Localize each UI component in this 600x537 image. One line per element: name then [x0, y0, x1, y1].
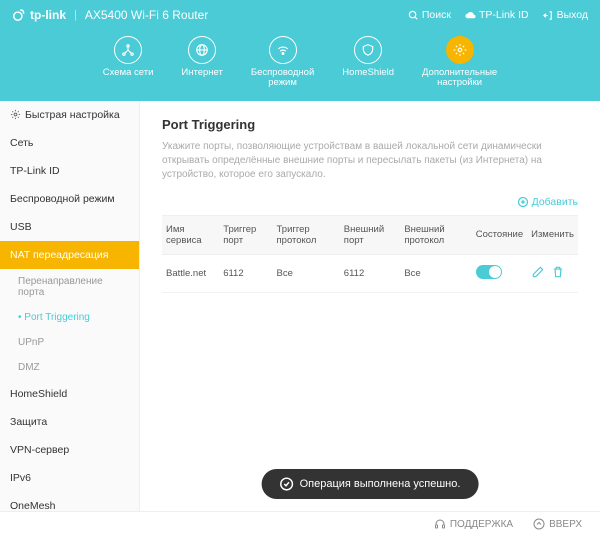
search-link[interactable]: Поиск — [408, 9, 451, 21]
tab-network-label: Схема сети — [103, 68, 154, 78]
shield-icon — [361, 43, 375, 57]
add-button[interactable]: Добавить — [517, 196, 578, 208]
tab-internet[interactable]: Интернет — [181, 36, 222, 89]
model-name: AX5400 Wi-Fi 6 Router — [85, 8, 208, 22]
network-icon — [121, 43, 135, 57]
sidebar-sub-portforward[interactable]: Перенаправление порта — [0, 269, 139, 305]
search-label: Поиск — [422, 9, 451, 21]
sidebar-item-onemesh[interactable]: OneMesh — [0, 492, 139, 511]
cell-trigger-port: 6112 — [219, 254, 272, 292]
cell-ext-proto: Все — [400, 254, 471, 292]
gear-icon — [453, 43, 467, 57]
cloud-icon — [465, 10, 476, 21]
state-toggle[interactable] — [476, 265, 502, 279]
cell-trigger-proto: Все — [273, 254, 340, 292]
sidebar-item-network[interactable]: Сеть — [0, 129, 139, 157]
delete-icon[interactable] — [551, 265, 565, 279]
table-row: Battle.net 6112 Все 6112 Все — [162, 254, 578, 292]
plus-icon — [517, 196, 529, 208]
support-link[interactable]: ПОДДЕРЖКА — [434, 518, 513, 530]
sidebar-sub-dmz[interactable]: DMZ — [0, 355, 139, 380]
headset-icon — [434, 518, 446, 530]
logout-icon — [543, 10, 554, 21]
wifi-icon — [276, 43, 290, 57]
divider: | — [74, 9, 77, 21]
th-state: Состояние — [472, 215, 527, 254]
th-service: Имя сервиса — [162, 215, 219, 254]
arrow-up-icon — [533, 518, 545, 530]
add-label: Добавить — [532, 196, 578, 208]
page-title: Port Triggering — [162, 117, 578, 132]
sidebar-item-vpn[interactable]: VPN-сервер — [0, 436, 139, 464]
tplink-icon — [12, 8, 26, 22]
th-trigger-proto: Триггер протокол — [273, 215, 340, 254]
sidebar-item-nat[interactable]: NAT переадресация — [0, 241, 139, 269]
tab-internet-label: Интернет — [181, 68, 222, 78]
tab-homeshield-label: HomeShield — [342, 68, 394, 78]
tab-wireless-label: Беспроводной режим — [251, 68, 314, 89]
sidebar-item-usb[interactable]: USB — [0, 213, 139, 241]
tplinkid-link[interactable]: TP-Link ID — [465, 9, 529, 21]
tab-homeshield[interactable]: HomeShield — [342, 36, 394, 89]
sidebar-item-wireless[interactable]: Беспроводной режим — [0, 185, 139, 213]
page-description: Укажите порты, позволяющие устройствам в… — [162, 140, 578, 182]
tab-wireless[interactable]: Беспроводной режим — [251, 36, 314, 89]
tab-advanced[interactable]: Дополнительные настройки — [422, 36, 497, 89]
sidebar-sub-upnp[interactable]: UPnP — [0, 330, 139, 355]
th-trigger-port: Триггер порт — [219, 215, 272, 254]
sidebar-sub-porttriggering[interactable]: • Port Triggering — [0, 305, 139, 330]
gear-icon — [10, 109, 21, 120]
triggering-table: Имя сервиса Триггер порт Триггер протоко… — [162, 215, 578, 293]
brand-text: tp-link — [30, 8, 66, 22]
top-link[interactable]: ВВЕРХ — [533, 518, 582, 530]
sidebar-item-tplinkid[interactable]: TP-Link ID — [0, 157, 139, 185]
th-edit: Изменить — [527, 215, 578, 254]
support-label: ПОДДЕРЖКА — [450, 519, 513, 530]
edit-icon[interactable] — [531, 265, 545, 279]
tab-advanced-label: Дополнительные настройки — [422, 68, 497, 89]
cell-service: Battle.net — [162, 254, 219, 292]
sidebar-item-homeshield[interactable]: HomeShield — [0, 380, 139, 408]
sidebar-item-security[interactable]: Защита — [0, 408, 139, 436]
sidebar-item-ipv6[interactable]: IPv6 — [0, 464, 139, 492]
toast-text: Операция выполнена успешно. — [300, 478, 461, 490]
tplinkid-label: TP-Link ID — [479, 9, 529, 21]
top-label: ВВЕРХ — [549, 519, 582, 530]
toast-success: Операция выполнена успешно. — [262, 469, 479, 499]
brand-logo: tp-link — [12, 8, 66, 22]
cell-ext-port: 6112 — [340, 254, 401, 292]
globe-icon — [195, 43, 209, 57]
sidebar: Быстрая настройка Сеть TP-Link ID Беспро… — [0, 101, 140, 511]
th-ext-port: Внешний порт — [340, 215, 401, 254]
logout-label: Выход — [557, 9, 588, 21]
sidebar-item-quick-setup[interactable]: Быстрая настройка — [0, 101, 139, 129]
tab-network-map[interactable]: Схема сети — [103, 36, 154, 89]
sidebar-quick-label: Быстрая настройка — [25, 109, 120, 121]
check-icon — [280, 477, 294, 491]
search-icon — [408, 10, 419, 21]
th-ext-proto: Внешний протокол — [400, 215, 471, 254]
logout-link[interactable]: Выход — [543, 9, 588, 21]
